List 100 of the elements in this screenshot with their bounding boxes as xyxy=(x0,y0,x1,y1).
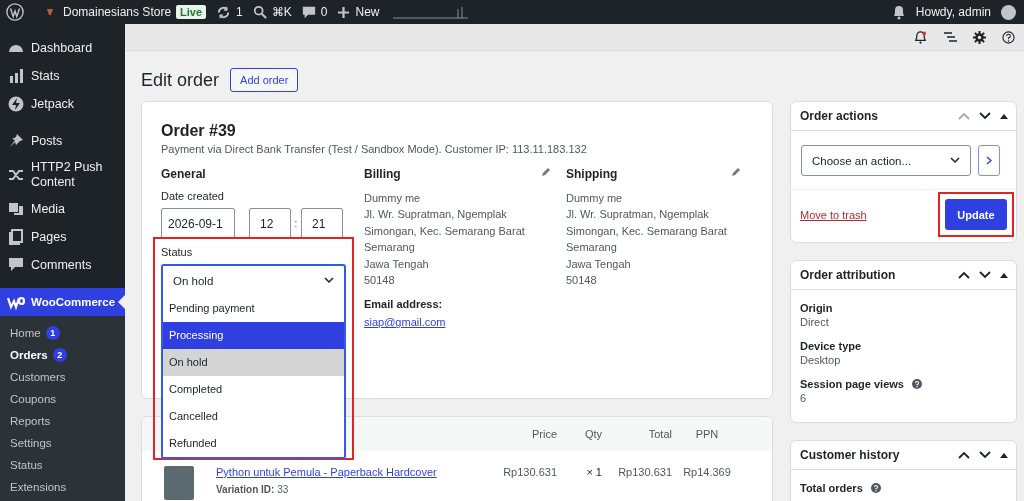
section-heading: Shipping xyxy=(566,167,618,181)
variation-text: Variation ID: 33 xyxy=(216,484,290,495)
column-header: PPN xyxy=(694,428,720,440)
bell-icon[interactable] xyxy=(891,4,906,20)
submenu-item[interactable]: Customers xyxy=(0,366,125,388)
add-order-button[interactable]: Add order xyxy=(230,68,299,92)
bell-icon[interactable] xyxy=(914,30,927,44)
submenu-label[interactable]: Home xyxy=(10,327,41,339)
dropdown-option[interactable]: Processing xyxy=(163,322,344,349)
updates-count: 1 xyxy=(236,5,243,19)
triangle-up-icon[interactable] xyxy=(1000,452,1008,458)
pencil-icon[interactable] xyxy=(541,167,551,177)
submenu-label[interactable]: Orders xyxy=(10,349,48,361)
move-to-trash-link[interactable]: Move to trash xyxy=(800,208,867,221)
sidebar-item[interactable]: Comments xyxy=(0,251,125,279)
dropdown-option[interactable]: Completed xyxy=(163,376,344,403)
update-button[interactable]: Update xyxy=(945,199,1007,230)
help-icon[interactable] xyxy=(911,379,922,389)
refresh-icon[interactable] xyxy=(216,4,232,20)
table-cell-text: Rp14.369 xyxy=(682,466,732,478)
search-icon[interactable] xyxy=(252,5,267,19)
triangle-up-icon[interactable] xyxy=(1000,272,1008,278)
section-heading: General xyxy=(161,167,207,181)
settings-icon[interactable] xyxy=(973,30,986,44)
chevron-up-icon[interactable] xyxy=(958,451,970,459)
dropdown-option[interactable]: Cancelled xyxy=(163,403,344,430)
avatar-icon[interactable] xyxy=(1001,4,1016,20)
action-select[interactable]: Choose an action... xyxy=(801,145,971,176)
chevron-down-icon xyxy=(324,277,334,284)
email-link[interactable]: siap@gmail.com xyxy=(364,316,566,329)
bolt-icon xyxy=(7,95,25,113)
column-header: Price xyxy=(530,428,557,440)
sidebar-item[interactable]: Stats xyxy=(0,62,125,90)
submenu-item[interactable]: Orders 2 xyxy=(0,344,125,366)
table-cell-text: Rp130.631 xyxy=(502,466,557,478)
section-heading: Billing xyxy=(364,167,401,181)
address-line: 50148 xyxy=(364,273,396,289)
address-line: Jl. Wr. Supratman, Ngemplak xyxy=(364,207,508,223)
search-shortcut: ⌘K xyxy=(271,5,292,19)
list-icon[interactable] xyxy=(943,31,957,43)
submenu-label[interactable]: Coupons xyxy=(10,393,57,405)
minute-input[interactable]: 21 xyxy=(301,208,343,239)
panel-title: Order actions xyxy=(800,109,880,123)
triangle-up-icon[interactable] xyxy=(1000,113,1008,119)
chevron-right-icon xyxy=(986,156,992,165)
submenu-label[interactable]: Customers xyxy=(10,371,66,383)
address-line: Jawa Tengah xyxy=(364,256,430,272)
sidebar-item[interactable]: Posts xyxy=(0,127,125,155)
chevron-up-icon[interactable] xyxy=(958,271,970,279)
submenu-item[interactable]: Status xyxy=(0,454,125,476)
submenu-label[interactable]: Settings xyxy=(10,437,52,449)
help-icon[interactable] xyxy=(870,483,881,493)
stats-icon xyxy=(7,67,25,85)
column-header: Total xyxy=(647,428,672,440)
chevron-down-icon[interactable] xyxy=(979,271,991,279)
site-name-link[interactable]: Domainesians Store xyxy=(63,5,172,19)
apply-action-button[interactable] xyxy=(978,145,1000,176)
pencil-icon[interactable] xyxy=(731,167,741,177)
panel-title: Order attribution xyxy=(800,268,897,282)
product-link[interactable]: Python untuk Pemula - Paperback Hardcover xyxy=(216,466,477,478)
wordpress-logo-icon[interactable] xyxy=(6,3,24,21)
greeting-text[interactable]: Howdy, admin xyxy=(915,5,991,19)
address-line: 50148 xyxy=(566,273,598,289)
help-icon[interactable] xyxy=(1002,30,1015,44)
status-select[interactable]: On hold xyxy=(161,264,346,295)
date-input[interactable]: 2026-09-1 xyxy=(161,208,235,239)
submenu-label[interactable]: Extensions xyxy=(10,481,67,493)
pin-icon xyxy=(7,132,25,150)
chevron-down-icon[interactable] xyxy=(979,112,991,120)
field-value: 6 xyxy=(800,392,808,404)
plus-icon[interactable] xyxy=(337,5,351,19)
submenu-item[interactable]: Extensions xyxy=(0,476,125,498)
submenu-item[interactable]: Reports xyxy=(0,410,125,432)
submenu-item[interactable]: Home 1 xyxy=(0,322,125,344)
field-label: Origin xyxy=(800,302,833,314)
submenu-label[interactable]: Reports xyxy=(10,415,51,427)
table-cell-text: Rp130.631 xyxy=(617,466,672,478)
hour-input[interactable]: 12 xyxy=(249,208,291,239)
current-menu-notch xyxy=(118,295,125,309)
dropdown-option[interactable]: Pending payment xyxy=(163,295,344,322)
address-line: Dummy me xyxy=(364,191,422,206)
dropdown-option[interactable]: Refunded xyxy=(163,430,344,457)
dropdown-option[interactable]: On hold xyxy=(163,349,344,376)
sidebar-item[interactable]: HTTP2 Push Content xyxy=(0,155,125,195)
payment-info: Payment via Direct Bank Transfer (Test / Sandbox Mode). Customer IP: 113.11.183.132 xyxy=(161,143,588,155)
new-link[interactable]: New xyxy=(355,5,380,19)
sidebar-item[interactable]: Dashboard xyxy=(0,34,125,62)
chevron-down-icon[interactable] xyxy=(979,451,991,459)
address-line: Simongan, Kec. Semarang Barat xyxy=(364,223,526,239)
field-value: Direct xyxy=(800,316,830,328)
sidebar-item[interactable]: Pages xyxy=(0,223,125,251)
sidebar-item[interactable]: WooCommerce xyxy=(0,288,125,316)
sidebar-item[interactable]: Jetpack xyxy=(0,90,125,118)
comment-icon[interactable] xyxy=(301,5,316,19)
sidebar-item[interactable]: Media xyxy=(0,195,125,223)
submenu-label[interactable]: Status xyxy=(10,459,43,471)
submenu-item[interactable]: Coupons xyxy=(0,388,125,410)
address-line: Jawa Tengah xyxy=(566,256,632,272)
submenu-item[interactable]: Settings xyxy=(0,432,125,454)
site-icon xyxy=(46,8,54,16)
